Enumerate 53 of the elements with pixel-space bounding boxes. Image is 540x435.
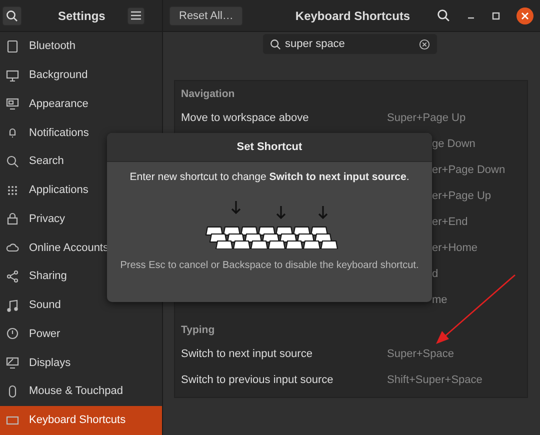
shortcut-keys: me [432,294,448,306]
close-icon[interactable] [516,6,534,24]
shortcut-keys: er+Page Down [432,164,506,176]
mouse-icon [6,384,19,398]
shortcut-keys: er+Page Up [432,190,492,202]
sidebar-item[interactable]: Power [0,320,162,348]
cloud-icon [6,241,19,254]
search-icon [6,154,19,168]
search-icon[interactable] [437,9,450,22]
display-icon [6,356,19,370]
grid-icon [6,184,19,197]
shortcut-name[interactable]: Move to workspace above [181,112,309,124]
shortcut-keys: ge Down [432,138,476,150]
monitor-icon [6,68,19,82]
window-title: Keyboard Shortcuts [295,8,410,22]
shortcut-name[interactable]: Switch to previous input source [181,374,334,386]
sidebar-item[interactable]: Bluetooth [0,32,162,61]
shortcut-keys: Shift+Super+Space [387,374,482,386]
search-icon [270,38,281,50]
sidebar-item[interactable]: Background [0,60,162,90]
sidebar-item[interactable]: Online Accounts [0,233,162,262]
section-heading: Navigation [181,87,236,102]
menu-icon [131,11,142,20]
dialog-title: Set Shortcut [236,141,302,153]
sidebar-title: Settings [58,8,106,22]
sidebar-item[interactable]: Mouse & Touchpad [0,377,162,406]
sidebar-item[interactable]: Sound [0,290,162,320]
appearance-icon [6,97,19,110]
search-field[interactable]: super space [263,34,437,54]
search-button[interactable] [2,6,22,26]
sidebar-item[interactable]: Displays [0,348,162,377]
share-icon [6,270,19,283]
shortcut-name[interactable]: Switch to next input source [181,348,312,360]
shortcut-keys: d [432,268,438,280]
sidebar-item[interactable]: Privacy [0,204,162,234]
shortcut-keys: Super+Space [387,348,454,360]
menu-button[interactable] [127,6,146,24]
search-icon [6,10,18,22]
clear-icon[interactable] [419,38,430,50]
shortcut-keys: er+Home [432,242,478,254]
dialog-message: Enter new shortcut to change Switch to next input source. [130,171,410,183]
section-heading: Typing [181,323,216,338]
shortcut-keys: Super+Page Up [387,112,466,124]
shortcut-keys: er+End [432,216,468,228]
sidebar-item[interactable]: Appearance [0,90,162,118]
maximize-icon[interactable] [492,12,500,20]
reset-all-button[interactable]: Reset All… [169,6,244,26]
dialog-hint: Press Esc to cancel or Backspace to disable the keyboard shortcut. [120,260,419,271]
lock-icon [6,212,19,226]
note-icon [6,298,19,312]
power-icon [6,327,19,340]
sidebar-item[interactable]: Keyboard Shortcuts [0,406,162,434]
sidebar-item[interactable]: Notifications [0,118,162,147]
